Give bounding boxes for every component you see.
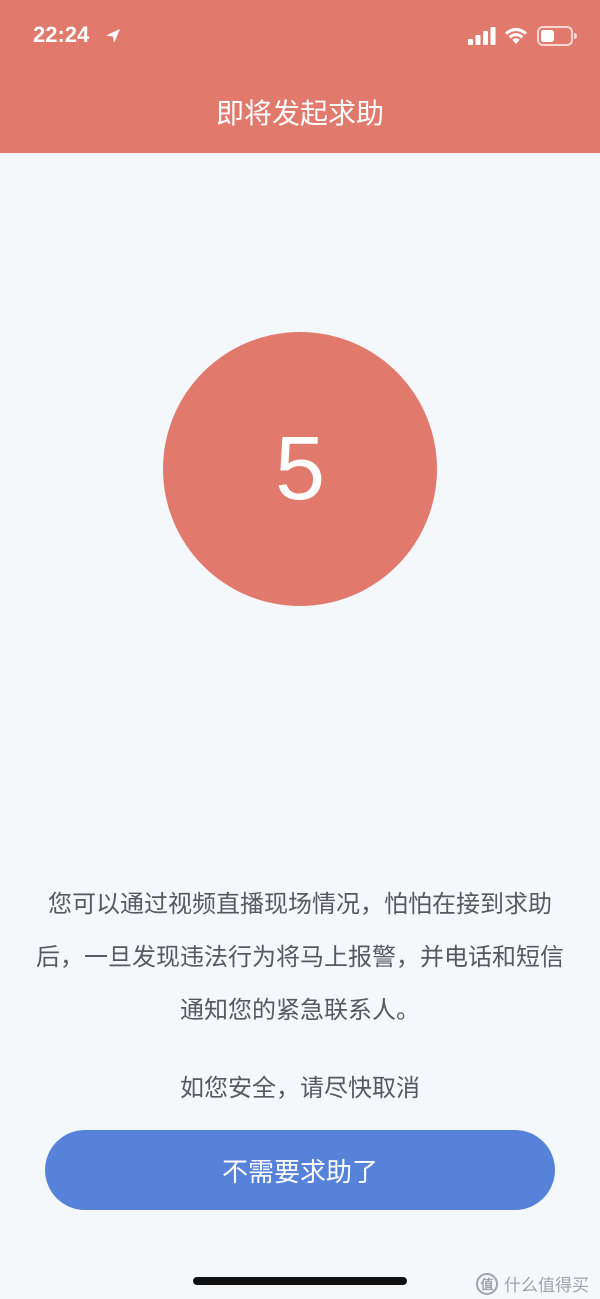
wifi-icon [505,28,527,44]
location-arrow-icon [106,29,120,43]
header-bar: 22:24 即将发起求助 [0,0,600,153]
description-line-2: 后，一旦发现违法行为将马上报警，并电话和短信 [36,943,564,971]
home-indicator[interactable] [193,1277,407,1285]
cellular-signal-icon [468,27,496,45]
watermark-logo-icon: 值 [476,1272,498,1295]
help-description: 您可以通过视频直播现场情况，怕怕在接到求助 后，一旦发现违法行为将马上报警，并电… [0,878,600,1037]
cancel-help-button[interactable]: 不需要求助了 [45,1130,555,1210]
status-time: 22:24 [33,22,90,47]
countdown-number: 5 [274,419,326,519]
watermark-text: 什么值得买 [504,1276,589,1296]
safe-note: 如您安全，请尽快取消 [180,1074,420,1102]
watermark: 值 什么值得买 [476,1271,589,1296]
description-line-1: 您可以通过视频直播现场情况，怕怕在接到求助 [48,890,552,918]
battery-icon [537,26,577,46]
description-line-3: 通知您的紧急联系人。 [180,996,420,1024]
status-bar: 22:24 [0,0,600,72]
page-title: 即将发起求助 [215,97,384,130]
countdown-circle: 5 [163,332,437,606]
